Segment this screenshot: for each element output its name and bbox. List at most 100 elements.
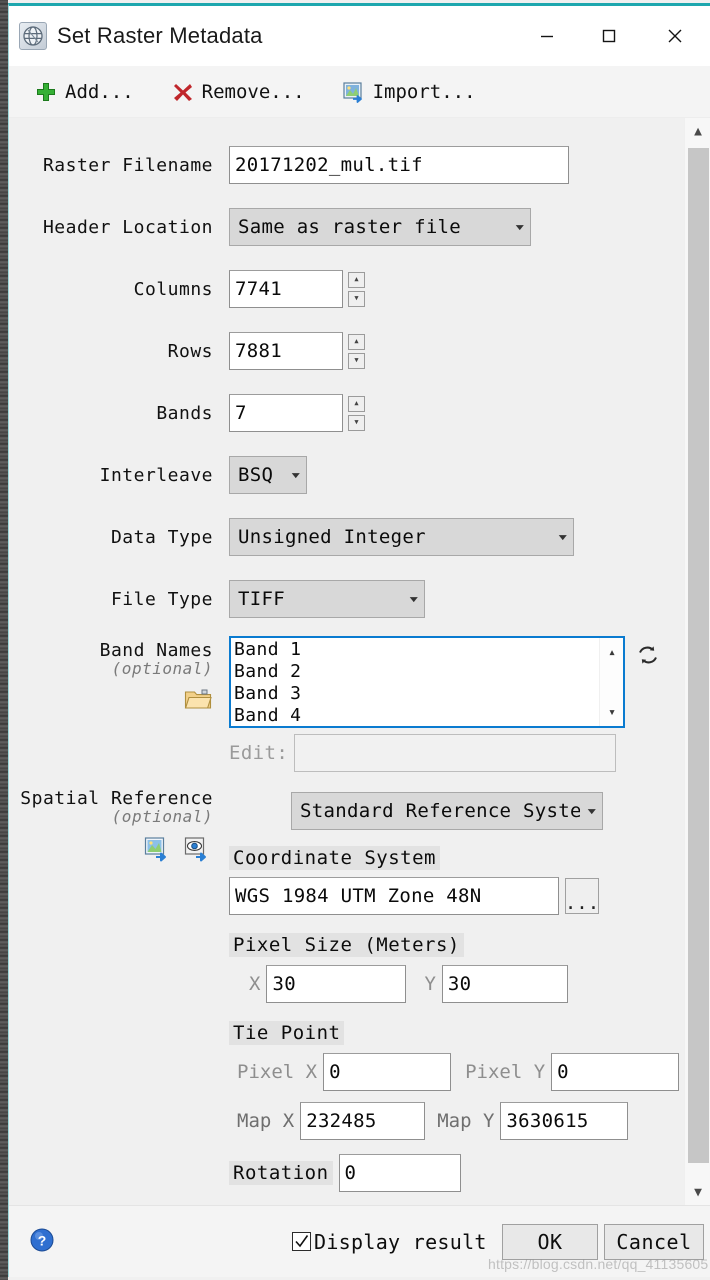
- list-item[interactable]: Band 1: [234, 639, 599, 661]
- pixel-size-x-input[interactable]: 30: [266, 965, 407, 1003]
- scrollbar-thumb[interactable]: [688, 148, 709, 1163]
- pixel-size-row: X 30 Y 30: [229, 965, 679, 1003]
- row-spatial-reference: Spatial Reference (optional) Standard Re…: [9, 772, 684, 1192]
- refresh-icon[interactable]: [633, 640, 663, 670]
- set-raster-metadata-dialog: Set Raster Metadata Add... Remove... Imp…: [8, 3, 710, 1277]
- title-bar: Set Raster Metadata: [9, 6, 710, 66]
- rotation-row: Rotation 0: [229, 1154, 679, 1192]
- row-file-type: File Type TIFF ▾: [9, 568, 684, 630]
- tie-point-map-y-label: Map Y: [437, 1110, 495, 1132]
- pixel-size-y-input[interactable]: 30: [441, 965, 568, 1003]
- chevron-down-icon: ▾: [407, 591, 421, 607]
- open-folder-icon[interactable]: [183, 684, 213, 714]
- band-names-label-group: Band Names (optional): [17, 636, 229, 716]
- band-names-control: Band 1 Band 2 Band 3 Band 4 ▴ ▾ Edit:: [229, 636, 663, 772]
- tie-point-map-x-label: Map X: [237, 1110, 295, 1132]
- row-header-location: Header Location Same as raster file ▾: [9, 196, 684, 258]
- rotation-header: Rotation: [229, 1161, 333, 1185]
- scroll-up-icon[interactable]: ▴: [600, 641, 624, 663]
- ok-button[interactable]: OK: [502, 1223, 598, 1260]
- spin-down-icon[interactable]: ▼: [348, 352, 365, 369]
- raster-filename-input[interactable]: 20171202_mul.tif: [229, 146, 569, 184]
- rows-spin-buttons: ▲ ▼: [348, 332, 365, 370]
- bands-input[interactable]: 7: [229, 394, 343, 432]
- coordinate-system-input[interactable]: WGS 1984 UTM Zone 48N: [229, 877, 559, 915]
- interleave-label: Interleave: [99, 464, 213, 486]
- tie-point-pixel-x-label: Pixel X: [237, 1061, 318, 1083]
- minimize-icon[interactable]: [516, 6, 578, 66]
- pixel-size-x-label: X: [249, 973, 261, 995]
- row-columns: Columns 7741 ▲ ▼: [9, 258, 684, 320]
- import-button[interactable]: Import...: [341, 79, 476, 105]
- display-result-label: Display result: [314, 1229, 487, 1254]
- rows-input[interactable]: 7881: [229, 332, 343, 370]
- spin-up-icon[interactable]: ▲: [348, 395, 365, 412]
- rows-label: Rows: [167, 340, 213, 362]
- scroll-down-icon[interactable]: ▾: [600, 701, 624, 723]
- row-interleave: Interleave BSQ ▾: [9, 444, 684, 506]
- tie-point-pixel-y-input[interactable]: 0: [551, 1053, 680, 1091]
- band-name-edit-label: Edit:: [229, 742, 289, 764]
- spin-up-icon[interactable]: ▲: [348, 333, 365, 350]
- coordinate-system-browse-button[interactable]: ...: [565, 878, 599, 914]
- add-button[interactable]: Add...: [33, 79, 134, 105]
- screen: Set Raster Metadata Add... Remove... Imp…: [0, 0, 710, 1280]
- import-from-raster-icon[interactable]: [143, 834, 173, 864]
- tie-point-header: Tie Point: [229, 1021, 345, 1045]
- add-button-label: Add...: [65, 80, 134, 103]
- close-icon[interactable]: [640, 6, 710, 66]
- tie-point-map-x-input[interactable]: 232485: [300, 1102, 426, 1140]
- header-location-label: Header Location: [42, 216, 213, 238]
- spin-up-icon[interactable]: ▲: [348, 271, 365, 288]
- columns-input[interactable]: 7741: [229, 270, 343, 308]
- spatial-reference-mode-dropdown[interactable]: Standard Reference System ▾: [291, 792, 603, 830]
- file-type-dropdown[interactable]: TIFF ▾: [229, 580, 425, 618]
- maximize-icon[interactable]: [578, 6, 640, 66]
- remove-button[interactable]: Remove...: [170, 79, 305, 105]
- interleave-dropdown[interactable]: BSQ ▾: [229, 456, 307, 494]
- pixel-size-y-label: Y: [424, 973, 436, 995]
- band-names-listbox[interactable]: Band 1 Band 2 Band 3 Band 4 ▴ ▾: [229, 636, 625, 728]
- pixel-size-header: Pixel Size (Meters): [229, 933, 464, 957]
- envi-globe-icon: [19, 22, 47, 50]
- header-location-dropdown[interactable]: Same as raster file ▾: [229, 208, 531, 246]
- cancel-button[interactable]: Cancel: [604, 1223, 704, 1260]
- list-item[interactable]: Band 2: [234, 661, 599, 683]
- tie-point-map-row: Map X 232485 Map Y 3630615: [229, 1102, 679, 1140]
- band-name-edit-row: Edit:: [229, 734, 625, 772]
- scroll-up-icon[interactable]: ▲: [685, 118, 710, 144]
- tie-point-pixel-x-input[interactable]: 0: [323, 1053, 452, 1091]
- scroll-down-icon[interactable]: ▼: [685, 1179, 710, 1205]
- spatial-reference-sublabel: (optional): [111, 806, 213, 826]
- coordinate-system-header: Coordinate System: [229, 846, 440, 870]
- band-names-scrollbar[interactable]: ▴ ▾: [599, 638, 623, 726]
- display-result-checkbox-row[interactable]: Display result: [292, 1230, 487, 1254]
- data-type-dropdown[interactable]: Unsigned Integer ▾: [229, 518, 574, 556]
- window-controls: [516, 6, 710, 66]
- spin-down-icon[interactable]: ▼: [348, 414, 365, 431]
- band-name-edit-input[interactable]: [294, 734, 617, 772]
- help-question-icon[interactable]: ?: [29, 1227, 55, 1257]
- spatial-reference-panel: Standard Reference System ▾ Coordinate S…: [229, 790, 680, 1192]
- list-item[interactable]: Band 4: [234, 705, 599, 726]
- svg-text:?: ?: [38, 1232, 47, 1248]
- coordinate-system-row: WGS 1984 UTM Zone 48N ...: [229, 877, 679, 915]
- raster-filename-label: Raster Filename: [42, 154, 213, 176]
- header-location-value: Same as raster file: [238, 216, 462, 238]
- list-item[interactable]: Band 3: [234, 683, 599, 705]
- import-from-view-icon[interactable]: [183, 834, 213, 864]
- data-type-value: Unsigned Integer: [238, 526, 426, 548]
- row-bands: Bands 7 ▲ ▼: [9, 382, 684, 444]
- remove-button-label: Remove...: [201, 80, 305, 103]
- dialog-body: Raster Filename 20171202_mul.tif Header …: [9, 118, 710, 1205]
- spin-down-icon[interactable]: ▼: [348, 290, 365, 307]
- chevron-down-icon: ▾: [513, 219, 527, 235]
- display-result-checkbox[interactable]: [292, 1232, 311, 1251]
- row-data-type: Data Type Unsigned Integer ▾: [9, 506, 684, 568]
- chevron-down-icon: ▾: [556, 529, 570, 545]
- tie-point-map-y-input[interactable]: 3630615: [500, 1102, 629, 1140]
- rotation-input[interactable]: 0: [338, 1154, 461, 1192]
- data-type-label: Data Type: [110, 526, 213, 548]
- form-scrollbar[interactable]: ▲ ▼: [684, 118, 710, 1205]
- row-band-names: Band Names (optional) Band 1 Band 2 Band…: [9, 630, 684, 772]
